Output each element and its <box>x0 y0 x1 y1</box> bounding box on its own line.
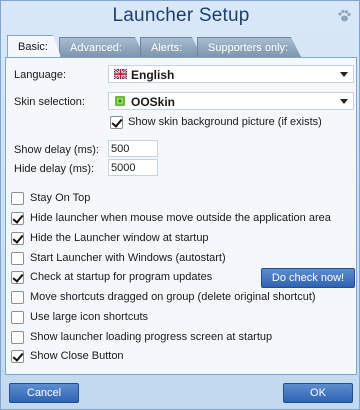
stay-on-top-checkbox[interactable] <box>11 192 24 205</box>
tab-alerts[interactable]: Alerts: <box>140 37 202 57</box>
show-delay-label: Show delay (ms): <box>14 144 99 156</box>
tab-basic[interactable]: Basic: <box>7 35 61 57</box>
hide-delay-label: Hide delay (ms): <box>14 163 95 175</box>
show-delay-input[interactable]: 500 <box>108 140 158 157</box>
tab-advanced[interactable]: Advanced: <box>59 37 145 57</box>
language-value: English <box>131 68 175 82</box>
show-close-button-label: Show Close Button <box>30 350 124 362</box>
show-close-button-checkbox[interactable] <box>11 350 24 363</box>
hide-at-startup-checkbox[interactable] <box>11 232 24 245</box>
large-icons-checkbox[interactable] <box>11 311 24 324</box>
cancel-button[interactable]: Cancel <box>9 383 79 403</box>
ok-button[interactable]: OK <box>283 383 353 403</box>
loading-screen-checkbox[interactable] <box>11 331 24 344</box>
stay-on-top-label: Stay On Top <box>30 192 91 204</box>
autostart-label: Start Launcher with Windows (autostart) <box>30 252 226 264</box>
skin-label: Skin selection: <box>14 96 85 108</box>
window-title: Launcher Setup <box>112 5 250 26</box>
tab-supporters-only[interactable]: Supporters only: <box>197 37 301 57</box>
hide-on-mouse-out-label: Hide launcher when mouse move outside th… <box>30 212 331 224</box>
check-updates-label: Check at startup for program updates <box>30 271 213 283</box>
skin-puzzle-icon <box>115 96 125 106</box>
language-label: Language: <box>14 69 66 81</box>
basic-panel: Language: English Skin selection: OOSkin <box>5 57 357 375</box>
autostart-checkbox[interactable] <box>11 252 24 265</box>
hide-at-startup-label: Hide the Launcher window at startup <box>30 232 209 244</box>
skin-value: OOSkin <box>131 95 176 109</box>
language-select[interactable]: English <box>108 65 354 83</box>
tab-strip: Basic: Advanced: Alerts: Supporters only… <box>5 35 357 57</box>
large-icons-label: Use large icon shortcuts <box>30 311 148 323</box>
hide-on-mouse-out-checkbox[interactable] <box>11 212 24 225</box>
show-bg-checkbox[interactable] <box>110 116 123 129</box>
move-shortcuts-checkbox[interactable] <box>11 291 24 304</box>
skin-select[interactable]: OOSkin <box>108 92 354 110</box>
check-updates-checkbox[interactable] <box>11 271 24 284</box>
uk-flag-icon <box>114 69 127 79</box>
chevron-down-icon[interactable] <box>340 72 348 77</box>
do-check-now-button[interactable]: Do check now! <box>261 268 355 288</box>
show-bg-label: Show skin background picture (if exists) <box>128 116 322 128</box>
launcher-setup-window: Launcher Setup Basic: Advanced: Alerts: … <box>0 0 360 410</box>
chevron-down-icon[interactable] <box>340 99 348 104</box>
loading-screen-label: Show launcher loading progress screen at… <box>30 331 273 343</box>
hide-delay-input[interactable]: 5000 <box>108 159 158 176</box>
move-shortcuts-label: Move shortcuts dragged on group (delete … <box>30 291 316 303</box>
paw-icon[interactable] <box>337 9 351 23</box>
